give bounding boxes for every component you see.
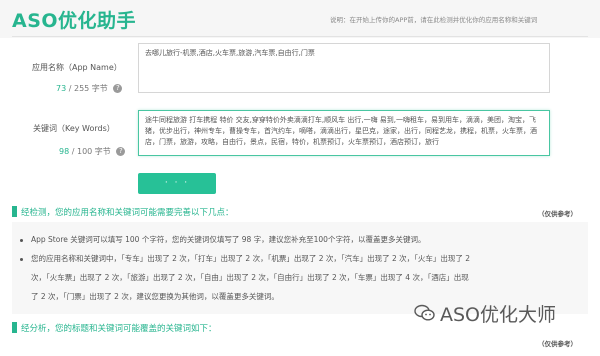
keywords-label: 关键词（Key Words） bbox=[33, 124, 115, 133]
result-line: 次，「火车票」出现了 2 次，「旅游」出现了 2 次，「自由」出现了 2 次，「… bbox=[31, 273, 469, 282]
header-divider bbox=[12, 36, 588, 37]
keywords-limit: / 100 字节 bbox=[71, 147, 111, 156]
keywords-count: 98 bbox=[59, 147, 70, 156]
keywords-counter: 98 / 100 字节 ? bbox=[59, 146, 126, 157]
page-title: ASO优化助手 bbox=[12, 10, 137, 32]
result-bullet bbox=[20, 230, 28, 249]
result-bullet bbox=[20, 249, 28, 268]
analysis-section-ref: （仅供参考） bbox=[538, 340, 577, 348]
section-marker bbox=[12, 322, 17, 333]
section-marker bbox=[12, 206, 17, 217]
app-name-limit: / 255 字节 bbox=[68, 84, 108, 93]
result-line: 您的应用名称和关键词中，「专车」出现了 2 次，「打车」出现了 2 次，「机票」… bbox=[31, 254, 471, 263]
submit-button[interactable]: · · · bbox=[138, 173, 216, 194]
watermark-text: ASO优化大师 bbox=[440, 304, 557, 326]
app-name-count: 73 bbox=[56, 84, 67, 93]
aso-assistant-page: ASO优化助手 说明：在开始上传你的APP前，请在此检测并优化你的应用名称和关键… bbox=[0, 0, 600, 356]
header-hint: 说明：在开始上传你的APP前，请在此检测并优化你的应用名称和关键词 bbox=[330, 16, 538, 24]
result-line: App Store 关键词可以填写 100 个字符，您的关键词仅填写了 98 字… bbox=[31, 235, 426, 244]
help-icon[interactable]: ? bbox=[113, 84, 123, 93]
page-header: ASO优化助手 说明：在开始上传你的APP前，请在此检测并优化你的应用名称和关键… bbox=[0, 0, 600, 38]
wechat-icon bbox=[414, 304, 436, 327]
result-line: 了 2 次，「门票」出现了 2 次，建议您更换为其他词，以覆盖更多关键词。 bbox=[31, 292, 279, 301]
help-icon[interactable]: ? bbox=[116, 147, 126, 156]
app-name-counter: 73 / 255 字节 ? bbox=[56, 83, 123, 94]
keywords-input[interactable]: 途牛同程旅游 打车携程 特价 交友,穿穿特价外卖滴滴打车,顺风车 出行,一嗨 易… bbox=[138, 110, 550, 156]
check-section-title: 经检测，您的应用名称和关键词可能需要完善以下几点： bbox=[21, 208, 234, 218]
check-section-ref: （仅供参考） bbox=[538, 210, 577, 218]
analysis-section-title: 经分析，您的标题和关键词可能覆盖的关键词如下： bbox=[21, 324, 217, 334]
bullet-dot bbox=[20, 257, 23, 261]
bullet-dot bbox=[20, 238, 23, 242]
watermark: ASO优化大师 bbox=[414, 300, 556, 327]
app-name-label: 应用名称（App Name） bbox=[32, 63, 122, 72]
app-name-input[interactable]: 去哪儿旅行-机票,酒店,火车票,旅游,汽车票,自由行,门票 bbox=[138, 43, 550, 93]
